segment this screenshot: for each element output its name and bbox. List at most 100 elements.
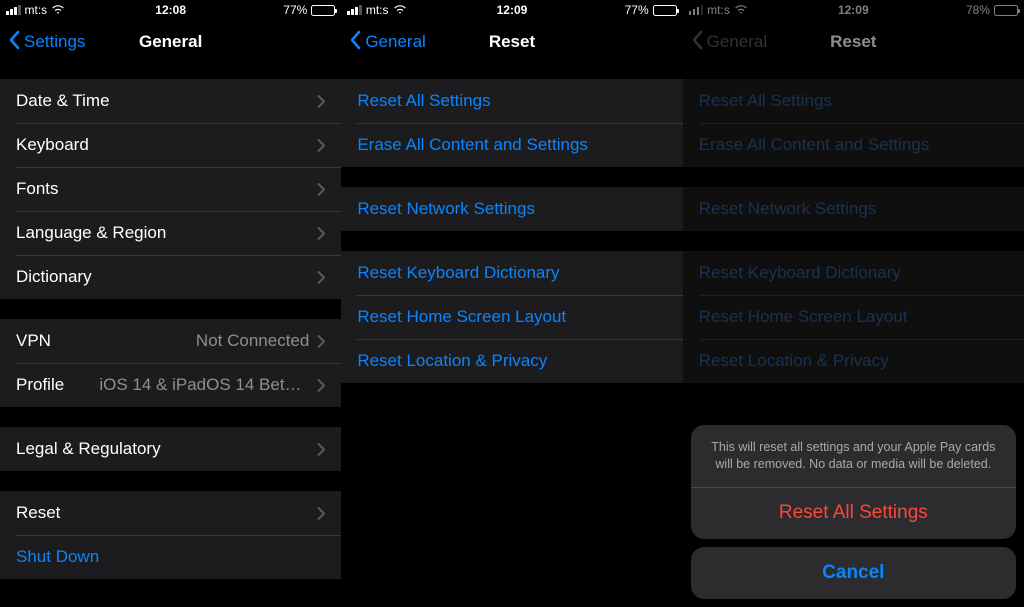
settings-group: Reset Keyboard Dictionary Reset Home Scre… (341, 251, 682, 383)
row-detail: Not Connected (196, 331, 309, 351)
nav-bar: General Reset (341, 20, 682, 64)
page-title: Reset (830, 32, 876, 52)
screen-reset: mt:s 12:09 77% ⚡︎ General Reset Reset Al… (341, 0, 682, 607)
chevron-right-icon (317, 139, 325, 152)
cancel-button[interactable]: Cancel (691, 547, 1016, 599)
settings-row[interactable]: Dictionary (0, 255, 341, 299)
row-label: Erase All Content and Settings (699, 135, 930, 155)
row-label: Reset Location & Privacy (357, 351, 547, 371)
settings-group: Reset All Settings Erase All Content and … (683, 79, 1024, 167)
row-label: Date & Time (16, 91, 110, 111)
battery-percent: 77% (283, 3, 307, 17)
action-sheet-group: This will reset all settings and your Ap… (691, 425, 1016, 539)
battery-percent: 78% (966, 3, 990, 17)
chevron-right-icon (317, 507, 325, 520)
settings-row[interactable]: Legal & Regulatory (0, 427, 341, 471)
row-label: Reset Network Settings (357, 199, 535, 219)
settings-row: Reset Keyboard Dictionary (683, 251, 1024, 295)
settings-group: Reset Network Settings (341, 187, 682, 231)
row-label: Keyboard (16, 135, 89, 155)
battery-icon: ⚡︎ (311, 5, 335, 16)
reset-all-settings-button[interactable]: Reset All Settings (691, 487, 1016, 539)
row-label: Language & Region (16, 223, 166, 243)
row-label: Reset Network Settings (699, 199, 877, 219)
settings-row[interactable]: Reset All Settings (341, 79, 682, 123)
settings-row[interactable]: Reset Home Screen Layout (341, 295, 682, 339)
row-label: Erase All Content and Settings (357, 135, 588, 155)
row-label: Legal & Regulatory (16, 439, 161, 459)
wifi-icon (734, 2, 748, 19)
chevron-left-icon (8, 30, 20, 55)
chevron-right-icon (317, 227, 325, 240)
settings-row[interactable]: VPN Not Connected (0, 319, 341, 363)
back-label: General (707, 32, 767, 52)
action-sheet-message: This will reset all settings and your Ap… (691, 425, 1016, 487)
back-button[interactable]: Settings (8, 30, 85, 55)
settings-row: Reset Home Screen Layout (683, 295, 1024, 339)
row-detail: iOS 14 & iPadOS 14 Beta Softwar… (99, 375, 309, 395)
status-bar: mt:s 12:08 77% ⚡︎ (0, 0, 341, 20)
settings-group: Reset All Settings Erase All Content and … (341, 79, 682, 167)
row-label: Reset All Settings (699, 91, 832, 111)
settings-row[interactable]: Date & Time (0, 79, 341, 123)
content: Reset All Settings Erase All Content and … (683, 79, 1024, 383)
content: Reset All Settings Erase All Content and … (341, 79, 682, 383)
settings-group: Reset Network Settings (683, 187, 1024, 231)
settings-row[interactable]: Profile iOS 14 & iPadOS 14 Beta Softwar… (0, 363, 341, 407)
row-label: Reset Home Screen Layout (357, 307, 566, 327)
back-button: General (691, 30, 767, 55)
signal-icon (347, 5, 362, 15)
clock: 12:09 (838, 3, 869, 17)
settings-group: Reset Keyboard Dictionary Reset Home Scre… (683, 251, 1024, 383)
clock: 12:09 (497, 3, 528, 17)
chevron-left-icon (349, 30, 361, 55)
settings-row[interactable]: Reset Keyboard Dictionary (341, 251, 682, 295)
settings-row[interactable]: Erase All Content and Settings (341, 123, 682, 167)
row-label: Reset Location & Privacy (699, 351, 889, 371)
settings-row[interactable]: Keyboard (0, 123, 341, 167)
settings-group: VPN Not Connected Profile iOS 14 & iPadOS 1… (0, 319, 341, 407)
chevron-right-icon (317, 443, 325, 456)
wifi-icon (51, 2, 65, 19)
settings-row[interactable]: Language & Region (0, 211, 341, 255)
nav-bar: General Reset (683, 20, 1024, 64)
chevron-left-icon (691, 30, 703, 55)
wifi-icon (393, 2, 407, 19)
screen-reset-confirm: mt:s 12:09 78% ⚡︎ General Res (683, 0, 1024, 607)
carrier-label: mt:s (707, 3, 730, 17)
page-title: Reset (489, 32, 535, 52)
status-bar: mt:s 12:09 78% ⚡︎ (683, 0, 1024, 20)
settings-row[interactable]: Reset Network Settings (341, 187, 682, 231)
battery-icon: ⚡︎ (653, 5, 677, 16)
row-label: VPN (16, 331, 51, 351)
signal-icon (689, 5, 704, 15)
settings-row: Reset Location & Privacy (683, 339, 1024, 383)
chevron-right-icon (317, 95, 325, 108)
settings-row[interactable]: Reset (0, 491, 341, 535)
settings-row[interactable]: Shut Down (0, 535, 341, 579)
settings-row[interactable]: Fonts (0, 167, 341, 211)
settings-row: Erase All Content and Settings (683, 123, 1024, 167)
battery-icon: ⚡︎ (994, 5, 1018, 16)
clock: 12:08 (155, 3, 186, 17)
back-label: General (365, 32, 425, 52)
row-label: Shut Down (16, 547, 99, 567)
row-label: Dictionary (16, 267, 92, 287)
screen-general: mt:s 12:08 77% ⚡︎ Settings General Date … (0, 0, 341, 607)
row-label: Reset Keyboard Dictionary (357, 263, 559, 283)
chevron-right-icon (317, 183, 325, 196)
row-label: Fonts (16, 179, 59, 199)
back-button[interactable]: General (349, 30, 425, 55)
action-sheet: This will reset all settings and your Ap… (691, 425, 1016, 599)
battery-percent: 77% (625, 3, 649, 17)
row-label: Profile (16, 375, 64, 395)
row-label: Reset Home Screen Layout (699, 307, 908, 327)
nav-bar: Settings General (0, 20, 341, 64)
settings-row[interactable]: Reset Location & Privacy (341, 339, 682, 383)
action-sheet-cancel-group: Cancel (691, 547, 1016, 599)
settings-row: Reset All Settings (683, 79, 1024, 123)
chevron-right-icon (317, 271, 325, 284)
settings-group: Reset Shut Down (0, 491, 341, 579)
content: Date & Time Keyboard Fonts Language & Regio… (0, 79, 341, 579)
signal-icon (6, 5, 21, 15)
